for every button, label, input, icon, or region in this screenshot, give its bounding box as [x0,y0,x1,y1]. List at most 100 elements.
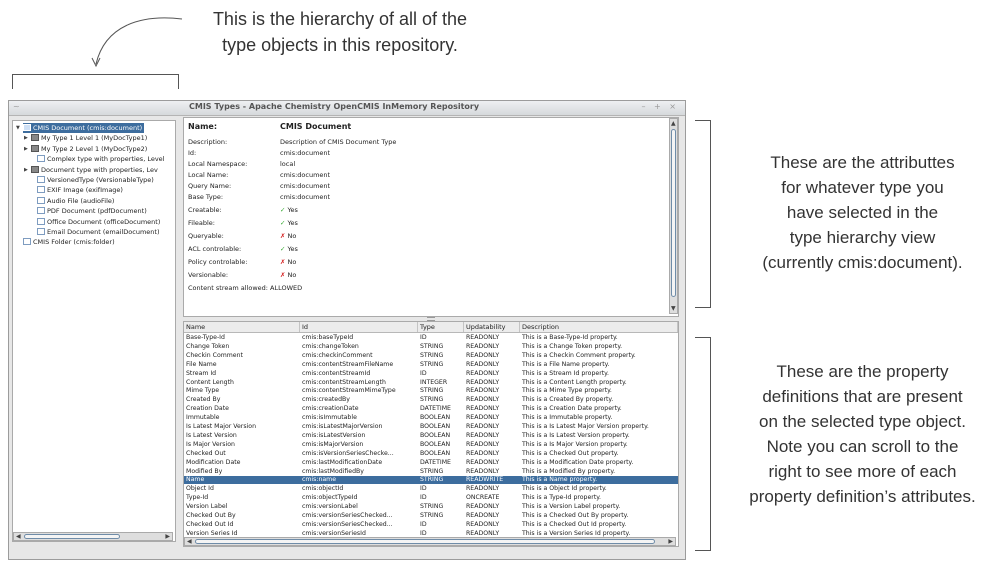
table-row[interactable]: Mime Type cmis:contentStreamMimeType STRIN… [184,387,678,395]
annotation-line: property definition’s attributes. [749,487,976,506]
tree-node[interactable]: My Type 1 Level 1 (MyDocType1) [31,133,147,143]
table-cell: Created By [186,396,221,404]
scroll-up-icon[interactable]: ▲ [671,120,676,127]
document-icon [23,238,31,246]
attribute-row: Creatable: ✓ Yes [188,205,298,216]
table-cell: READONLY [466,458,500,466]
table-row[interactable]: Object Id cmis:objectId ID READONLY This is … [184,485,678,493]
column-header[interactable]: Type [418,322,464,332]
tree-node[interactable]: EXIF Image (exifImage) [37,185,123,195]
table-cell: This is a Immutable property. [522,414,613,422]
table-cell: STRING [420,512,444,519]
tree-node[interactable]: Audio File (audioFile) [37,196,114,206]
attribute-value-text: cmis:document [280,149,331,157]
tree-node[interactable]: Document type with properties, Lev [31,165,158,175]
table-row[interactable]: Version Label cmis:versionLabel STRING READ… [184,503,678,511]
expand-toggle-icon[interactable]: ▼ [16,123,22,133]
column-header[interactable]: Name [184,322,300,332]
table-row[interactable]: Modified By cmis:lastModifiedBy STRING READ… [184,468,678,476]
tree-scroll-thumb[interactable] [24,534,120,539]
tree-node[interactable]: CMIS Document (cmis:document) [23,123,145,133]
document-icon [37,228,45,235]
table-cell: BOOLEAN [420,440,451,448]
attribute-label: ACL controlable: [188,245,242,253]
table-cell: Version Label [186,503,228,511]
tree-horizontal-scrollbar[interactable]: ◀ ▶ [13,532,173,541]
attribute-value-text: cmis:document [280,182,331,190]
table-cell: READONLY [466,440,500,448]
tree-node[interactable]: PDF Document (pdfDocument) [37,206,147,216]
table-cell: Modification Date [186,458,241,466]
table-cell: This is a Checked Out By property. [522,512,629,519]
table-scroll-thumb[interactable] [195,539,655,544]
expand-toggle-icon[interactable]: ▶ [24,144,30,154]
table-cell: Immutable [186,414,220,422]
table-cell: Content Length [186,378,234,386]
table-row[interactable]: Is Major Version cmis:isMajorVersion BOOLE… [184,441,678,449]
expand-toggle-icon[interactable]: ▶ [24,165,30,175]
table-cell: READONLY [466,351,500,359]
tree-node[interactable]: Complex type with properties, Level [37,154,164,164]
table-cell: Creation Date [186,405,229,413]
table-row[interactable]: Checked Out By cmis:versionSeriesChecked.… [184,512,678,520]
scroll-left-icon[interactable]: ◀ [16,533,21,540]
table-cell: READWRITE [466,476,504,484]
tree-node[interactable]: Email Document (emailDocument) [37,227,160,237]
table-cell: This is a Name property. [522,476,598,484]
table-row[interactable]: Checkin Comment cmis:checkinComment STRING… [184,352,678,360]
table-row[interactable]: Change Token cmis:changeToken STRING READON… [184,343,678,351]
table-row[interactable]: Modification Date cmis:lastModificationDa… [184,459,678,467]
attribute-label: Local Name: [188,171,229,179]
tree-node-label: EXIF Image (exifImage) [47,186,123,195]
table-row[interactable]: File Name cmis:contentStreamFileName STRIN… [184,361,678,369]
attributes-scroll-thumb[interactable] [671,129,676,297]
folder-icon [23,124,31,131]
attributes-vertical-scrollbar[interactable]: ▲ ▼ [669,118,678,314]
attribute-label: Description: [188,138,228,146]
window-controls[interactable]: – + × [642,102,680,111]
column-header[interactable]: Description [520,322,678,332]
table-row[interactable]: Base-Type-Id cmis:baseTypeId ID READONLY Thi… [184,334,678,342]
table-row[interactable]: Checked Out Id cmis:versionSeriesChecked.… [184,521,678,529]
table-row[interactable]: Checked Out cmis:isVersionSeriesChecke...… [184,450,678,458]
table-cell: READONLY [466,414,500,422]
table-cell: READONLY [466,503,500,511]
table-cell: This is a File Name property. [522,360,610,368]
column-header[interactable]: Updatability [464,322,520,332]
table-horizontal-scrollbar[interactable]: ◀ ▶ [184,537,676,546]
table-cell: STRING [420,467,444,475]
check-icon: ✓ [280,219,286,227]
column-header[interactable]: Id [300,322,418,332]
table-row[interactable]: Created By cmis:createdBy STRING READONLY Th… [184,396,678,404]
window-menu-icon[interactable]: ~ [13,102,20,111]
table-cell: STRING [420,476,444,484]
table-cell: This is a Change Token property. [522,342,623,350]
tree-node[interactable]: VersionedType (VersionableType) [37,175,154,185]
annotation-line: These are the attributtes [770,153,955,172]
table-row[interactable]: Stream Id cmis:contentStreamId ID READONLY T… [184,370,678,378]
table-row[interactable]: Content Length cmis:contentStreamLength IN… [184,379,678,387]
tree-node[interactable]: My Type 2 Level 1 (MyDocType2) [31,144,147,154]
folder-icon [31,165,39,173]
title-bar: ~ CMIS Types - Apache Chemistry OpenCMIS… [9,101,685,116]
attributes-bracket [695,120,711,308]
type-hierarchy-tree[interactable]: ▼ CMIS Document (cmis:document) ▶ My Type 1… [12,120,176,542]
table-cell: cmis:baseTypeId [302,334,354,341]
table-cell: DATETIME [420,405,451,413]
attribute-row: Policy controlable: ✗ No [188,257,296,268]
scroll-down-icon[interactable]: ▼ [671,305,676,312]
tree-node[interactable]: Office Document (officeDocument) [37,217,160,227]
scroll-left-icon[interactable]: ◀ [187,538,192,545]
table-row[interactable]: Is Latest Version cmis:isLatestVersion BOO… [184,432,678,440]
scroll-right-icon[interactable]: ▶ [165,533,170,540]
table-row[interactable]: Name cmis:name STRING READWRITE This is a Na… [184,476,678,485]
table-row[interactable]: Type-Id cmis:objectTypeId ID ONCREATE This i… [184,494,678,502]
table-row[interactable]: Immutable cmis:isImmutable BOOLEAN READONLY… [184,414,678,422]
attribute-row: Query Name: cmis:document [188,181,330,192]
table-cell: DATETIME [420,458,451,466]
scroll-right-icon[interactable]: ▶ [668,538,673,545]
tree-node[interactable]: CMIS Folder (cmis:folder) [23,237,115,247]
table-row[interactable]: Creation Date cmis:creationDate DATETIME RE… [184,405,678,413]
table-row[interactable]: Is Latest Major Version cmis:isLatestMajo… [184,423,678,431]
expand-toggle-icon[interactable]: ▶ [24,133,30,143]
